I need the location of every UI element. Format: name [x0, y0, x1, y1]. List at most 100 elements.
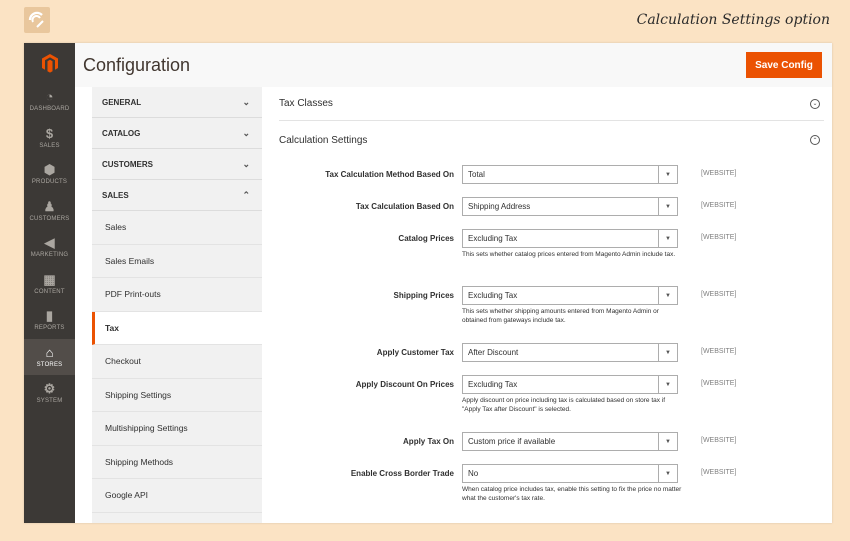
- field-label: Shipping Prices: [393, 291, 454, 300]
- nav-item-label: MARKETING: [30, 252, 69, 259]
- stores-icon: ⌂: [45, 344, 54, 360]
- nav-item-dashboard[interactable]: ◔ DASHBOARD: [24, 83, 75, 120]
- select-value: Custom price if available: [468, 437, 556, 446]
- scope-label: [WEBSITE]: [701, 234, 737, 241]
- tab-group-label: CATALOG: [102, 128, 141, 138]
- dropdown-arrow-icon[interactable]: ▼: [658, 166, 677, 183]
- scope-label: [WEBSITE]: [701, 380, 737, 387]
- products-icon: ⬢: [43, 162, 56, 178]
- field-note: This sets whether shipping amounts enter…: [462, 308, 659, 324]
- dropdown-arrow-icon[interactable]: ▼: [658, 376, 677, 393]
- select-value: Shipping Address: [468, 202, 531, 211]
- tab-item-pdf-print-outs[interactable]: PDF Print-outs: [92, 278, 262, 312]
- sales-icon: $: [45, 125, 54, 141]
- tab-group-customers[interactable]: CUSTOMERS ⌄: [92, 149, 262, 180]
- admin-window: ◔ DASHBOARD $ SALES ⬢ PRODUCTS ♟ CUSTOMERS ◀ MARK…: [24, 43, 832, 523]
- tab-group-general[interactable]: GENERAL ⌄: [92, 87, 262, 118]
- select-value: Excluding Tax: [468, 234, 518, 243]
- content-icon: ▦: [43, 271, 56, 287]
- dropdown-arrow-icon[interactable]: ▼: [658, 344, 677, 361]
- brand-mark-icon: [28, 11, 44, 28]
- select-value: After Discount: [468, 348, 519, 357]
- field-label: Enable Cross Border Trade: [350, 469, 454, 478]
- field-label: Catalog Prices: [398, 234, 454, 243]
- scope-label: [WEBSITE]: [701, 348, 737, 355]
- config-content: GENERAL ⌄ CATALOG ⌄ CUSTOMERS ⌄ SALES ⌃ Sales Sal…: [75, 87, 832, 523]
- chevron-down-icon: ⌄: [242, 127, 250, 138]
- nav-item-marketing[interactable]: ◀ MARKETING: [24, 229, 75, 266]
- tab-group-catalog[interactable]: CATALOG ⌄: [92, 118, 262, 149]
- page-title: Configuration: [83, 55, 191, 75]
- marketing-icon: ◀: [44, 235, 55, 251]
- reports-icon: ▮: [45, 308, 54, 324]
- nav-item-reports[interactable]: ▮ REPORTS: [24, 302, 75, 339]
- select-value: Total: [468, 170, 485, 179]
- magento-logo[interactable]: [24, 43, 75, 83]
- field-label: Apply Tax On: [403, 437, 454, 446]
- nav-item-label: REPORTS: [34, 325, 65, 332]
- field-select[interactable]: After Discount ▼: [462, 343, 678, 362]
- field-note: This sets whether catalog prices entered…: [462, 251, 676, 258]
- dropdown-arrow-icon[interactable]: ▼: [658, 198, 677, 215]
- field-note: When catalog price includes tax, enable …: [462, 486, 682, 502]
- admin-sidebar: ◔ DASHBOARD $ SALES ⬢ PRODUCTS ♟ CUSTOMERS ◀ MARK…: [24, 43, 75, 523]
- nav-item-stores[interactable]: ⌂ STORES: [24, 338, 75, 375]
- nav-item-label: STORES: [36, 361, 63, 368]
- field-select[interactable]: No ▼: [462, 464, 678, 483]
- dropdown-arrow-icon[interactable]: ▼: [658, 287, 677, 304]
- chevron-down-icon: ⌄: [242, 158, 250, 169]
- tab-item-multishipping-settings[interactable]: Multishipping Settings: [92, 412, 262, 446]
- scope-label: [WEBSITE]: [701, 291, 737, 298]
- field-note: Apply discount on price including tax is…: [462, 397, 666, 413]
- field-select[interactable]: Excluding Tax ▼: [462, 286, 678, 305]
- screenshot-caption: Calculation Settings option: [636, 12, 830, 28]
- select-value: Excluding Tax: [468, 380, 518, 389]
- nav-item-customers[interactable]: ♟ CUSTOMERS: [24, 193, 75, 230]
- collapse-icon[interactable]: ⌃: [810, 135, 820, 145]
- select-value: No: [468, 469, 479, 478]
- field-label: Tax Calculation Based On: [355, 202, 454, 211]
- nav-item-sales[interactable]: $ SALES: [24, 120, 75, 157]
- section-title: Calculation Settings: [279, 134, 368, 146]
- field-select[interactable]: Custom price if available ▼: [462, 432, 678, 451]
- system-icon: ⚙: [43, 381, 56, 397]
- tab-group-label: SALES: [102, 190, 129, 200]
- config-tabs: GENERAL ⌄ CATALOG ⌄ CUSTOMERS ⌄ SALES ⌃ Sales Sal…: [92, 87, 262, 523]
- dashboard-icon: ◔: [45, 89, 54, 105]
- field-label: Apply Discount On Prices: [355, 380, 454, 389]
- nav-item-system[interactable]: ⚙ SYSTEM: [24, 375, 75, 412]
- customers-icon: ♟: [43, 198, 56, 214]
- scope-label: [WEBSITE]: [701, 202, 737, 209]
- tab-item-sales[interactable]: Sales: [92, 211, 262, 245]
- tab-item-shipping-settings[interactable]: Shipping Settings: [92, 378, 262, 412]
- field-select[interactable]: Excluding Tax ▼: [462, 229, 678, 248]
- select-value: Excluding Tax: [468, 291, 518, 300]
- field-select[interactable]: Excluding Tax ▼: [462, 375, 678, 394]
- field-select[interactable]: Shipping Address ▼: [462, 197, 678, 216]
- tab-item-google-api[interactable]: Google API: [92, 479, 262, 513]
- field-label: Apply Customer Tax: [376, 348, 454, 357]
- scope-label: [WEBSITE]: [701, 469, 737, 476]
- tab-item-checkout[interactable]: Checkout: [92, 345, 262, 379]
- dropdown-arrow-icon[interactable]: ▼: [658, 230, 677, 247]
- tab-item-sales-emails[interactable]: Sales Emails: [92, 244, 262, 278]
- tab-item-tax[interactable]: Tax: [92, 311, 262, 345]
- magento-logo-icon: [41, 54, 58, 73]
- field-label: Tax Calculation Method Based On: [325, 170, 454, 179]
- section-calculation-settings[interactable]: Calculation Settings ⌃: [279, 123, 824, 157]
- chevron-down-icon: ⌄: [242, 96, 250, 107]
- nav-item-label: PRODUCTS: [31, 179, 68, 186]
- nav-item-label: SALES: [39, 142, 60, 149]
- dropdown-arrow-icon[interactable]: ▼: [658, 465, 677, 482]
- tab-group-sales[interactable]: SALES ⌃: [92, 180, 262, 211]
- nav-item-content[interactable]: ▦ CONTENT: [24, 266, 75, 303]
- nav-item-label: CONTENT: [34, 288, 65, 295]
- expand-icon[interactable]: ⌄: [810, 98, 820, 109]
- dropdown-arrow-icon[interactable]: ▼: [658, 433, 677, 450]
- save-config-button[interactable]: Save Config: [746, 52, 822, 78]
- section-tax-classes[interactable]: Tax Classes ⌄: [279, 87, 824, 121]
- tab-group-label: CUSTOMERS: [102, 159, 153, 169]
- nav-item-products[interactable]: ⬢ PRODUCTS: [24, 156, 75, 193]
- field-select[interactable]: Total ▼: [462, 165, 678, 184]
- tab-item-shipping-methods[interactable]: Shipping Methods: [92, 445, 262, 479]
